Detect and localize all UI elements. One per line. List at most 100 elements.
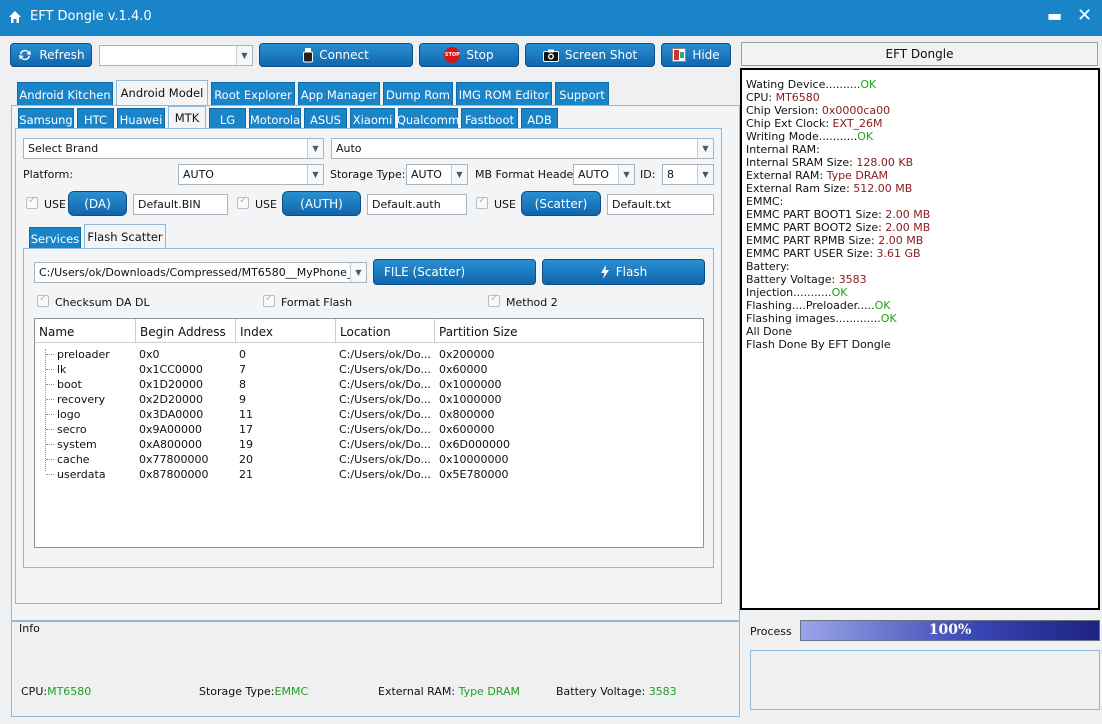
use-da-checkbox[interactable] — [26, 195, 38, 209]
log-line: Flashing....Preloader.....OK — [746, 299, 1094, 312]
use-scatter-checkbox[interactable] — [476, 195, 488, 209]
tree-branch — [46, 369, 54, 370]
da-file-field[interactable]: Default.BIN — [133, 194, 228, 215]
table-row[interactable]: userdata 0x87800000 21 C:/Users/ok/Do... 0x5… — [35, 467, 703, 482]
da-button[interactable]: (DA) — [68, 191, 127, 216]
info-panel: Info CPU:MT6580 Storage Type:EMMC Extern… — [11, 621, 740, 717]
log-text: Internal RAM: — [746, 143, 820, 156]
tree-branch — [46, 429, 54, 430]
id-select[interactable]: 8 ▼ — [662, 164, 714, 185]
tree-branch — [46, 474, 54, 475]
tab-lg[interactable]: LG — [209, 108, 246, 130]
hide-button[interactable]: Hide — [661, 43, 731, 67]
col-header-index[interactable]: Index — [236, 319, 336, 343]
use-auth-checkbox[interactable] — [237, 195, 249, 209]
log-line: EMMC PART USER Size: 3.61 GB — [746, 247, 1094, 260]
row-location: C:/Users/ok/Do... — [339, 348, 431, 361]
platform-select[interactable]: AUTO ▼ — [178, 164, 324, 185]
tab-app-manager[interactable]: App Manager — [298, 82, 380, 106]
tab-htc[interactable]: HTC — [77, 108, 114, 130]
tab-android-model[interactable]: Android Model — [116, 80, 208, 106]
log-line: Internal RAM: — [746, 143, 1094, 156]
table-row[interactable]: preloader 0x0 0 C:/Users/ok/Do... 0x200000 — [35, 347, 703, 362]
port-select[interactable]: ▼ — [99, 45, 253, 66]
tab-mtk[interactable]: MTK — [168, 106, 206, 130]
chevron-down-icon: ▼ — [350, 263, 366, 282]
log-text: Battery Voltage: — [746, 273, 839, 286]
row-index: 17 — [239, 423, 253, 436]
tab-motorola[interactable]: Motorola — [249, 108, 301, 130]
tab-xiaomi[interactable]: Xiaomi — [350, 108, 395, 130]
refresh-button[interactable]: Refresh — [10, 43, 92, 67]
model-select[interactable]: Auto ▼ — [331, 138, 714, 159]
close-button[interactable]: ✕ — [1077, 5, 1092, 26]
tree-branch — [46, 459, 54, 460]
use-auth-label: USE — [255, 198, 277, 211]
log-value: Type DRAM — [826, 169, 889, 182]
scatter-button[interactable]: (Scatter) — [521, 191, 601, 216]
row-index: 11 — [239, 408, 253, 421]
storage-type-select[interactable]: AUTO ▼ — [406, 164, 468, 185]
stop-button[interactable]: STOP Stop — [419, 43, 519, 67]
tab-img-rom-editor[interactable]: IMG ROM Editor — [456, 82, 552, 106]
tab-root-explorer[interactable]: Root Explorer — [211, 82, 295, 106]
row-begin-address: 0x0 — [139, 348, 160, 361]
progress-details-panel — [750, 650, 1100, 710]
chevron-down-icon: ▼ — [618, 165, 634, 184]
checksum-checkbox[interactable] — [37, 293, 49, 307]
tab-services[interactable]: Services — [29, 227, 81, 250]
scatter-path-select[interactable]: C:/Users/ok/Downloads/Compressed/MT6580_… — [34, 262, 367, 283]
row-location: C:/Users/ok/Do... — [339, 408, 431, 421]
home-icon — [9, 11, 21, 23]
tab-fastboot[interactable]: Fastboot — [461, 108, 518, 130]
tab-qualcomm[interactable]: Qualcomm — [397, 108, 459, 130]
flash-button[interactable]: Flash — [542, 259, 705, 285]
tab-huawei[interactable]: Huawei — [117, 108, 165, 130]
table-row[interactable]: boot 0x1D20000 8 C:/Users/ok/Do... 0x1000000 — [35, 377, 703, 392]
row-name: preloader — [57, 348, 110, 361]
row-index: 8 — [239, 378, 246, 391]
auth-button[interactable]: (AUTH) — [282, 191, 361, 216]
col-header-partition-size[interactable]: Partition Size — [435, 319, 703, 343]
table-row[interactable]: system 0xA800000 19 C:/Users/ok/Do... 0x6D00… — [35, 437, 703, 452]
table-row[interactable]: lk 0x1CC0000 7 C:/Users/ok/Do... 0x60000 — [35, 362, 703, 377]
table-row[interactable]: logo 0x3DA0000 11 C:/Users/ok/Do... 0x800000 — [35, 407, 703, 422]
row-partition-size: 0x6D000000 — [439, 438, 510, 451]
format-flash-checkbox[interactable] — [263, 293, 275, 307]
tab-asus[interactable]: ASUS — [304, 108, 347, 130]
row-index: 7 — [239, 363, 246, 376]
row-partition-size: 0x1000000 — [439, 378, 502, 391]
row-begin-address: 0xA800000 — [139, 438, 203, 451]
window-title: EFT Dongle v.1.4.0 — [30, 9, 152, 24]
file-scatter-button[interactable]: FILE (Scatter) — [373, 259, 536, 285]
table-row[interactable]: recovery 0x2D20000 9 C:/Users/ok/Do... 0x100… — [35, 392, 703, 407]
log-value: 2.00 MB — [885, 208, 931, 221]
tab-flash-scatter[interactable]: Flash Scatter — [84, 224, 166, 250]
col-header-begin-address[interactable]: Begin Address — [136, 319, 236, 343]
row-name: logo — [57, 408, 81, 421]
stop-sign-icon: STOP — [444, 47, 461, 63]
scatter-file-field[interactable]: Default.txt — [607, 194, 714, 215]
minimize-button[interactable]: ▬ — [1047, 6, 1062, 25]
tree-branch — [46, 414, 54, 415]
mb-format-select[interactable]: AUTO ▼ — [573, 164, 635, 185]
log-value: 512.00 MB — [853, 182, 913, 195]
col-header-location[interactable]: Location — [336, 319, 435, 343]
screenshot-button[interactable]: Screen Shot — [525, 43, 655, 67]
connect-button[interactable]: Connect — [259, 43, 413, 67]
table-row[interactable]: secro 0x9A00000 17 C:/Users/ok/Do... 0x60000… — [35, 422, 703, 437]
tab-adb[interactable]: ADB — [521, 108, 558, 130]
auth-file-field[interactable]: Default.auth — [367, 194, 467, 215]
row-partition-size: 0x200000 — [439, 348, 495, 361]
tab-samsung[interactable]: Samsung — [18, 108, 74, 130]
row-begin-address: 0x1D20000 — [139, 378, 203, 391]
col-header-name[interactable]: Name — [35, 319, 136, 343]
tab-support[interactable]: Support — [555, 82, 609, 106]
log-text: Flashing images............. — [746, 312, 881, 325]
method-2-checkbox[interactable] — [488, 293, 500, 307]
brand-select[interactable]: Select Brand ▼ — [23, 138, 324, 159]
log-value: OK — [857, 130, 874, 143]
tab-android-kitchen[interactable]: Android Kitchen — [17, 82, 113, 106]
tab-dump-rom[interactable]: Dump Rom — [383, 82, 453, 106]
table-row[interactable]: cache 0x77800000 20 C:/Users/ok/Do... 0x1000… — [35, 452, 703, 467]
